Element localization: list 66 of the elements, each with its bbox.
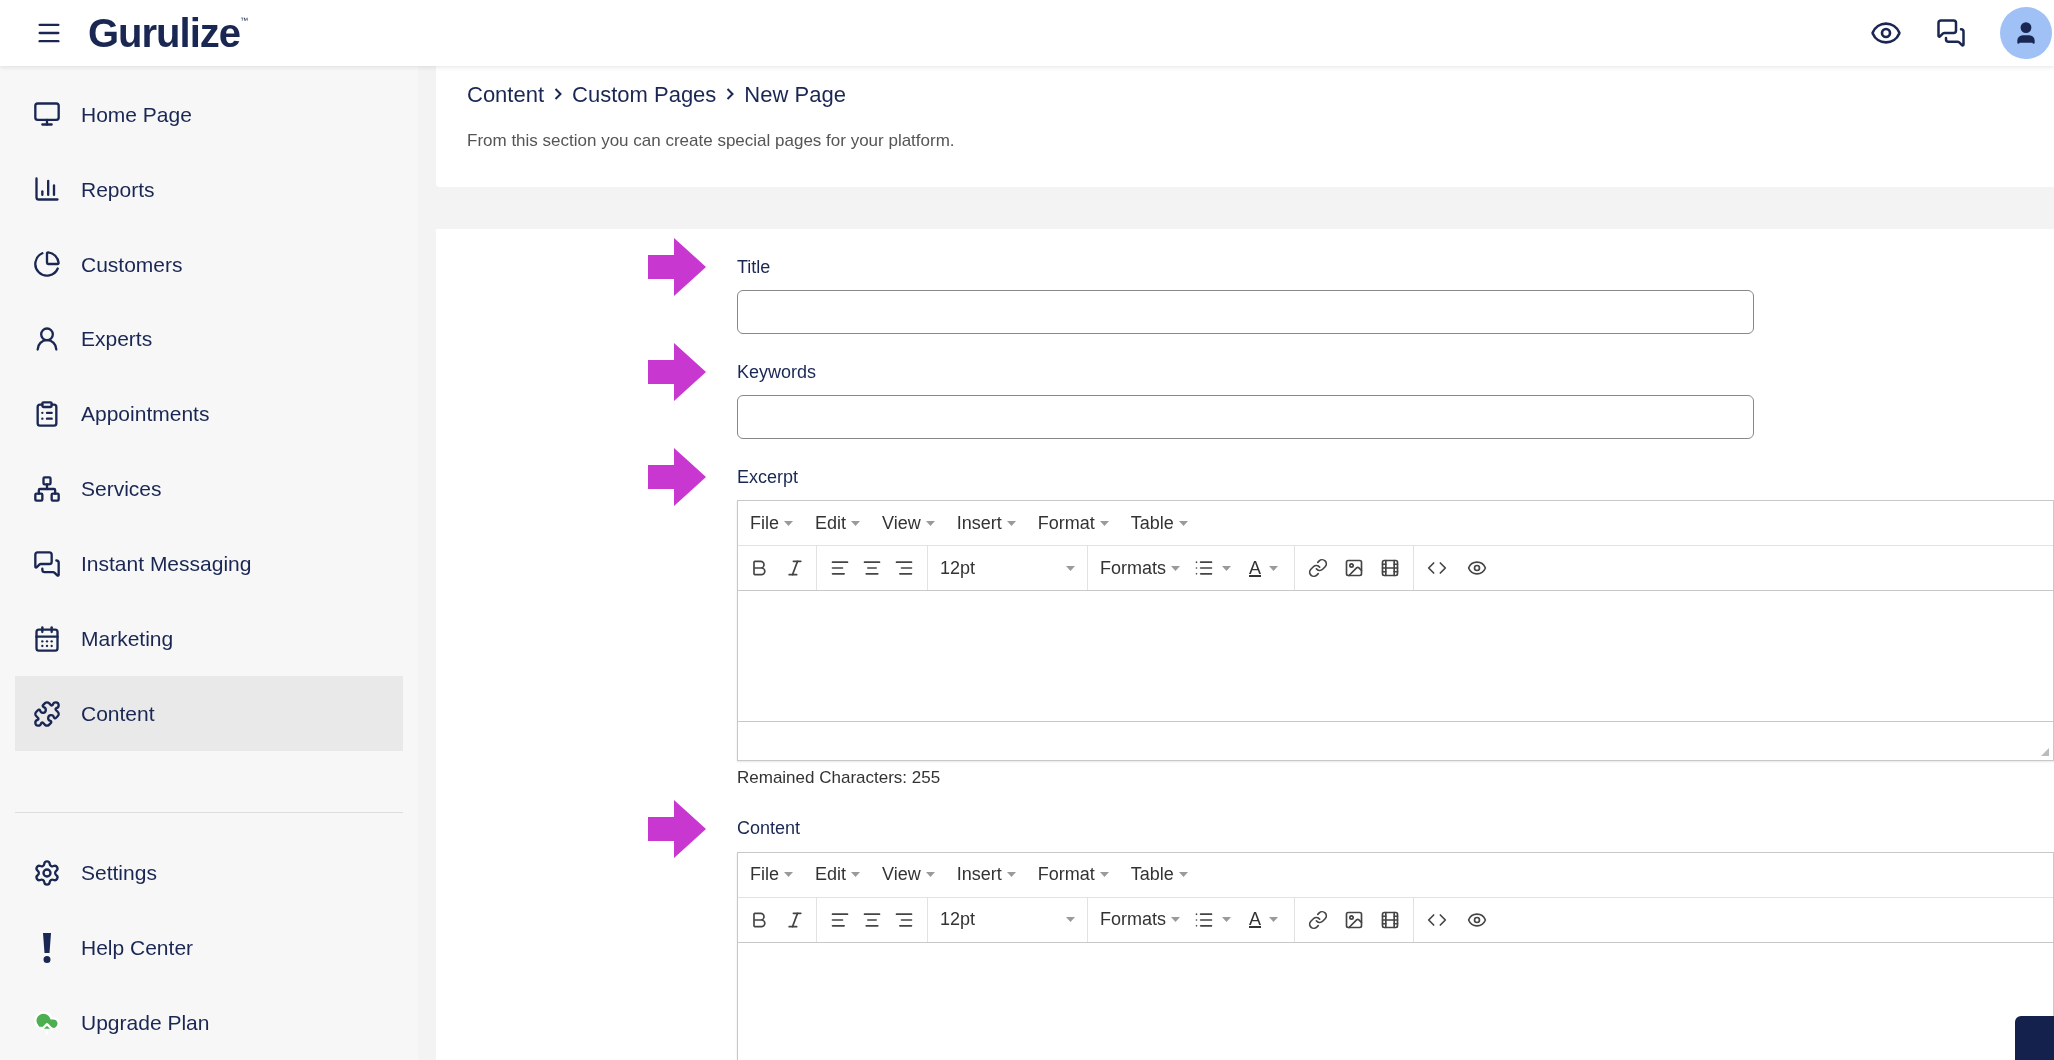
- caret-icon: [1269, 565, 1279, 571]
- input-field[interactable]: [737, 395, 1754, 439]
- pie-chart-icon: [33, 250, 61, 279]
- menu-button[interactable]: Table: [1130, 861, 1188, 888]
- caret-icon: [1171, 917, 1180, 922]
- breadcrumb-link[interactable]: Content: [467, 77, 545, 111]
- text-color-button[interactable]: A: [1245, 550, 1283, 586]
- breadcrumb-link[interactable]: New Page: [744, 77, 846, 111]
- character-counter: Remained Characters: 255: [737, 767, 942, 789]
- chat-bubbles-icon: [33, 550, 61, 578]
- caret-icon: [1269, 917, 1279, 922]
- caret-icon: [1178, 872, 1188, 877]
- caret-icon: [1066, 917, 1075, 922]
- menu-button[interactable]: Insert: [956, 861, 1016, 888]
- settings-icon: [33, 857, 61, 888]
- hierarchy-icon: [33, 475, 61, 504]
- logo[interactable]: Gurulize™: [88, 3, 249, 63]
- caret-icon: [851, 520, 861, 526]
- menu-button[interactable]: View: [882, 861, 935, 888]
- input-field[interactable]: [737, 290, 1754, 334]
- text-color-button[interactable]: A: [1245, 902, 1283, 937]
- caret-icon: [851, 872, 861, 877]
- chevron-right-icon: [554, 88, 563, 100]
- bar-chart-icon: [33, 175, 61, 204]
- menu-button[interactable]: View: [882, 509, 935, 537]
- resize-handle-icon[interactable]: [2040, 747, 2050, 757]
- formats-dropdown[interactable]: Formats: [1100, 554, 1180, 582]
- menu-button[interactable]: Format: [1037, 861, 1109, 888]
- formats-dropdown[interactable]: Formats: [1100, 906, 1180, 933]
- font-size-dropdown[interactable]: 12pt: [928, 897, 1088, 942]
- section-description: From this section you can create special pages for your platform.: [467, 130, 956, 152]
- caret-icon: [925, 872, 935, 877]
- caret-icon: [1066, 565, 1075, 571]
- caret-icon: [1171, 565, 1180, 571]
- exclamation-icon: [42, 932, 52, 963]
- avatar[interactable]: [2000, 7, 2052, 59]
- chat-bubbles-icon[interactable]: [1936, 18, 1966, 48]
- menu-button[interactable]: File: [750, 861, 793, 888]
- caret-icon: [784, 872, 793, 877]
- caret-icon: [1006, 872, 1016, 877]
- caret-icon: [1099, 872, 1109, 877]
- menu-button[interactable]: Table: [1130, 509, 1188, 537]
- caret-icon: [1222, 917, 1231, 922]
- breadcrumb-link[interactable]: Custom Pages: [572, 77, 717, 111]
- caret-icon: [1006, 520, 1016, 526]
- field-label: Content: [737, 817, 801, 840]
- bullet-list-icon: [1194, 558, 1214, 578]
- monitor-icon: [33, 100, 61, 129]
- puzzle-icon: [33, 699, 61, 728]
- caret-icon: [925, 520, 935, 526]
- caret-icon: [1178, 520, 1188, 526]
- menu-button[interactable]: Insert: [956, 509, 1016, 537]
- calendar-icon: [33, 624, 61, 653]
- menu-button[interactable]: Edit: [815, 509, 861, 537]
- font-size-dropdown[interactable]: 12pt: [928, 546, 1088, 590]
- field-label: Keywords: [737, 360, 817, 384]
- menu-button[interactable]: Edit: [815, 861, 861, 888]
- caret-icon: [1222, 565, 1231, 571]
- menu-button[interactable]: File: [750, 509, 793, 537]
- caret-icon: [1099, 520, 1109, 526]
- field-label: Title: [737, 255, 771, 279]
- chevron-right-icon: [726, 88, 735, 100]
- sidebar-item[interactable]: Content: [15, 676, 403, 752]
- field-label: Excerpt: [737, 465, 799, 489]
- menu-button[interactable]: Format: [1037, 509, 1109, 537]
- caret-icon: [784, 520, 793, 526]
